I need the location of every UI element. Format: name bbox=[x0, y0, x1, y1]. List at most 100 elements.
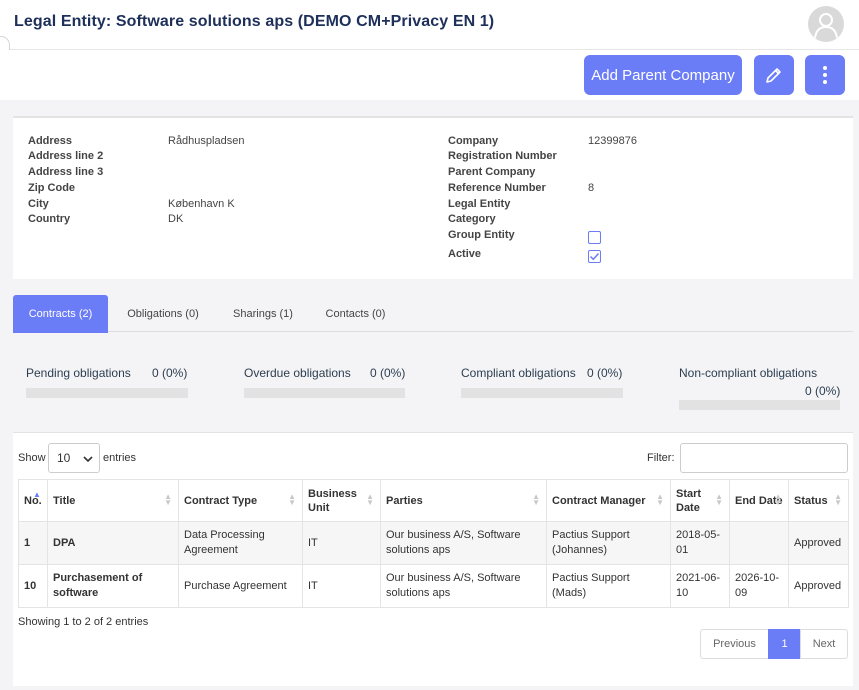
company-label: Company bbox=[448, 135, 499, 147]
address-value: Rådhuspladsen bbox=[168, 135, 245, 147]
group-entity-checkbox[interactable] bbox=[588, 231, 601, 244]
cell-start-date: 2018-05-01 bbox=[670, 521, 730, 565]
tab-sharings[interactable]: Sharings (1) bbox=[218, 295, 308, 333]
column-header-no[interactable]: No. ▲ bbox=[18, 479, 48, 522]
sort-icon: ▲ ▼ bbox=[532, 492, 540, 507]
column-header-parties[interactable]: Parties ▲ ▼ bbox=[380, 479, 547, 522]
cell-contract-type: Purchase Agreement bbox=[178, 564, 303, 608]
entries-select[interactable]: 10 bbox=[48, 443, 100, 473]
compliant-obligations-label: Compliant obligations bbox=[461, 366, 576, 380]
column-label: Start Date bbox=[676, 487, 702, 514]
column-label: Contract Manager bbox=[552, 494, 646, 507]
filter-label: Filter: bbox=[647, 452, 675, 464]
company-value: 12399876 bbox=[588, 135, 637, 147]
previous-page-button[interactable]: Previous bbox=[700, 629, 769, 659]
column-header-business-unit[interactable]: Business Unit ▲ ▼ bbox=[302, 479, 381, 522]
sort-icon: ▲ ▼ bbox=[834, 492, 842, 507]
column-header-start-date[interactable]: Start Date ▲ ▼ bbox=[670, 479, 730, 522]
tab-obligations[interactable]: Obligations (0) bbox=[113, 295, 213, 333]
user-avatar-icon[interactable] bbox=[808, 6, 844, 42]
column-label: Business Unit bbox=[308, 487, 357, 514]
column-header-status[interactable]: Status ▲ ▼ bbox=[788, 479, 849, 522]
more-options-button[interactable] bbox=[805, 55, 845, 95]
show-label: Show bbox=[18, 452, 46, 464]
registration-number-label: Registration Number bbox=[448, 150, 557, 162]
entity-details-card: Address Rådhuspladsen Address line 2 Add… bbox=[13, 116, 853, 279]
column-label: Status bbox=[794, 494, 828, 507]
pending-obligations-bar bbox=[26, 388, 188, 398]
column-header-end-date[interactable]: End Date ▲ ▼ bbox=[729, 479, 789, 522]
cell-parties: Our business A/S, Software solutions aps bbox=[380, 564, 547, 608]
pending-obligations-value: 0 (0%) bbox=[152, 366, 188, 380]
cell-no: 1 bbox=[18, 521, 48, 565]
category-label: Category bbox=[448, 213, 496, 225]
cell-title[interactable]: DPA bbox=[47, 521, 179, 565]
tab-contracts[interactable]: Contracts (2) bbox=[13, 295, 108, 333]
cell-no: 10 bbox=[18, 564, 48, 608]
add-parent-company-button[interactable]: Add Parent Company bbox=[584, 55, 742, 95]
legal-entity-label: Legal Entity bbox=[448, 198, 511, 210]
column-label: Parties bbox=[386, 494, 423, 507]
page-title: Legal Entity: Software solutions aps (DE… bbox=[14, 13, 495, 30]
pending-obligations-label: Pending obligations bbox=[26, 366, 131, 380]
tab-contacts[interactable]: Contacts (0) bbox=[313, 295, 398, 333]
sort-icon: ▲ ▼ bbox=[656, 492, 664, 507]
contracts-table-card: Show 10 entries Filter: No. ▲ Title ▲ ▼ Con… bbox=[13, 432, 853, 686]
cell-contract-type: Data Processing Agreement bbox=[178, 521, 303, 565]
entries-select-value: 10 bbox=[57, 451, 71, 465]
active-checkbox[interactable] bbox=[588, 250, 601, 263]
table-row[interactable]: 10 Purchasement of software Purchase Agr… bbox=[18, 564, 849, 608]
edit-button[interactable] bbox=[754, 55, 794, 95]
cell-start-date: 2021-06-10 bbox=[670, 564, 730, 608]
non-compliant-obligations-value: 0 (0%) bbox=[805, 384, 841, 398]
sort-icon: ▲ ▼ bbox=[774, 492, 782, 507]
cell-status: Approved bbox=[788, 521, 849, 565]
page-header: Legal Entity: Software solutions aps (DE… bbox=[0, 0, 859, 50]
next-page-button[interactable]: Next bbox=[800, 629, 848, 659]
active-label: Active bbox=[448, 248, 482, 260]
cell-contract-manager: Pactius Support (Mads) bbox=[546, 564, 671, 608]
table-header-row: No. ▲ Title ▲ ▼ Contract Type ▲ ▼ Business Un… bbox=[18, 479, 849, 522]
column-label: Contract Type bbox=[184, 494, 258, 507]
column-label: Title bbox=[53, 494, 76, 507]
overdue-obligations-label: Overdue obligations bbox=[244, 366, 351, 380]
parent-company-label: Parent Company bbox=[448, 166, 536, 178]
column-header-contract-type[interactable]: Contract Type ▲ ▼ bbox=[178, 479, 303, 522]
country-value: DK bbox=[168, 213, 184, 225]
contracts-table: No. ▲ Title ▲ ▼ Contract Type ▲ ▼ Business Un… bbox=[18, 479, 849, 608]
country-label: Country bbox=[28, 213, 71, 225]
address-line2-label: Address line 2 bbox=[28, 150, 104, 162]
tab-bar: Contracts (2) Obligations (0) Sharings (… bbox=[13, 294, 853, 333]
column-header-title[interactable]: Title ▲ ▼ bbox=[47, 479, 179, 522]
sort-icon: ▲ ▼ bbox=[164, 492, 172, 507]
cell-title[interactable]: Purchasement of software bbox=[47, 564, 179, 608]
sort-asc-icon: ▲ bbox=[33, 490, 41, 499]
overdue-obligations-value: 0 (0%) bbox=[370, 366, 406, 380]
address-line3-label: Address line 3 bbox=[28, 166, 104, 178]
table-info: Showing 1 to 2 of 2 entries bbox=[18, 616, 149, 628]
compliant-obligations-value: 0 (0%) bbox=[587, 366, 623, 380]
sort-icon: ▲ ▼ bbox=[288, 492, 296, 507]
overdue-obligations-bar bbox=[244, 388, 405, 398]
cell-contract-manager: Pactius Support (Johannes) bbox=[546, 521, 671, 565]
chevron-down-icon bbox=[83, 456, 93, 462]
filter-input[interactable] bbox=[680, 443, 848, 473]
non-compliant-obligations-label: Non-compliant obligations bbox=[679, 366, 818, 380]
city-value: København K bbox=[168, 198, 235, 210]
pencil-icon bbox=[766, 68, 781, 83]
sort-icon: ▲ ▼ bbox=[715, 492, 723, 507]
checkmark-icon bbox=[589, 252, 600, 261]
cell-business-unit: IT bbox=[302, 564, 381, 608]
entries-label: entries bbox=[103, 452, 137, 464]
reference-number-value: 8 bbox=[588, 182, 595, 194]
column-header-contract-manager[interactable]: Contract Manager ▲ ▼ bbox=[546, 479, 671, 522]
cell-business-unit: IT bbox=[302, 521, 381, 565]
zip-code-label: Zip Code bbox=[28, 182, 76, 194]
cell-parties: Our business A/S, Software solutions aps bbox=[380, 521, 547, 565]
city-label: City bbox=[28, 198, 49, 210]
non-compliant-obligations-bar bbox=[679, 400, 840, 410]
table-row[interactable]: 1 DPA Data Processing Agreement IT Our b… bbox=[18, 521, 849, 565]
page-1-button[interactable]: 1 bbox=[768, 629, 801, 659]
compliant-obligations-bar bbox=[461, 388, 623, 398]
cell-end-date: 2026-10-09 bbox=[729, 564, 789, 608]
